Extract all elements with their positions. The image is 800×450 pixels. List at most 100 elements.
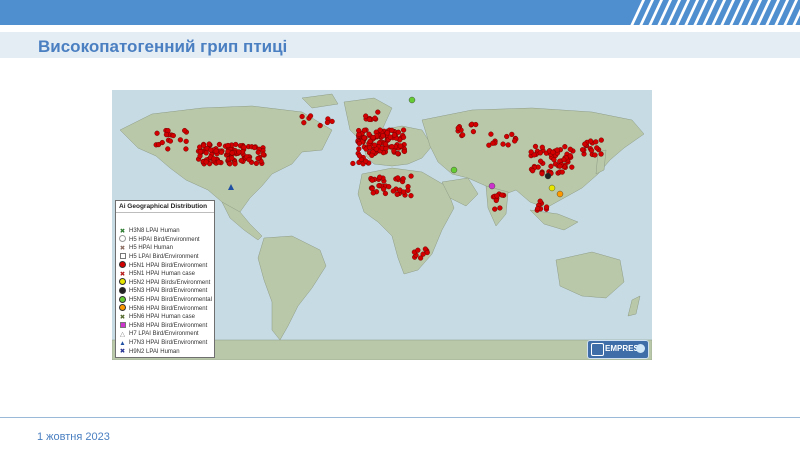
outbreak-marker <box>537 198 543 204</box>
outbreak-marker <box>424 249 430 256</box>
outbreak-marker <box>376 183 382 189</box>
outbreak-marker <box>216 141 223 148</box>
outbreak-marker <box>386 184 392 190</box>
legend-item: H5N5 HPAI Bird/Environmental <box>119 295 212 305</box>
outbreak-marker <box>356 140 363 147</box>
outbreak-marker <box>554 147 560 153</box>
legend-item-label: H5N1 HPAI Bird/Environment <box>129 262 208 269</box>
legend-item: △ H7 LPAI Bird/Environment <box>119 330 211 339</box>
outbreak-marker <box>329 118 335 125</box>
outbreak-marker <box>488 182 496 190</box>
outbreak-marker <box>567 153 573 159</box>
outbreak-marker <box>238 157 244 164</box>
legend-item: ✖ H5N1 HPAI Human case <box>119 270 211 279</box>
legend-items: ✖ H3N8 LPAI Human H5 HPAI Bird/Environment… <box>116 213 214 356</box>
outbreak-marker <box>548 163 554 169</box>
legend-item: H5N1 HPAI Bird/Environment <box>119 261 211 270</box>
legend-title: Ai Geographical Distribution <box>116 201 214 213</box>
outbreak-marker <box>598 151 604 157</box>
outbreak-marker <box>218 149 225 155</box>
outbreak-marker <box>183 146 189 152</box>
outbreak-marker <box>557 163 563 169</box>
outbreak-marker <box>232 161 238 167</box>
outbreak-marker <box>598 137 604 143</box>
outbreak-marker <box>213 148 219 154</box>
outbreak-marker <box>582 141 588 147</box>
legend-item-label: H5 HPAI Human <box>129 245 173 252</box>
outbreak-marker <box>450 166 458 174</box>
legend-circle-outline-icon <box>119 235 126 244</box>
outbreak-marker <box>550 149 556 155</box>
outbreak-marker <box>497 205 503 211</box>
outbreak-marker <box>356 146 362 152</box>
outbreak-marker <box>395 151 401 157</box>
outbreak-marker <box>400 189 407 195</box>
legend-item: H5N6 HPAI Bird/Environment <box>119 304 211 313</box>
legend-triangle-outline-icon: △ <box>120 330 125 338</box>
outbreak-marker <box>551 157 557 163</box>
legend-item-label: H5N6 HPAI Bird/Environment <box>129 305 208 312</box>
outbreak-marker <box>167 138 174 144</box>
legend-cross-icon: ✖ <box>119 348 126 356</box>
outbreak-marker <box>504 133 510 140</box>
outbreak-marker <box>532 143 539 150</box>
outbreak-marker <box>370 190 376 196</box>
legend-square-icon <box>119 321 126 330</box>
legend-item: H5 HPAI Bird/Environment <box>119 235 211 245</box>
legend-cross-icon: ✖ <box>119 270 126 278</box>
outbreak-marker <box>380 133 386 139</box>
outbreak-marker <box>165 146 171 152</box>
outbreak-marker <box>307 113 314 119</box>
outbreak-marker <box>391 132 398 138</box>
outbreak-marker <box>253 160 259 166</box>
outbreak-marker <box>369 152 375 158</box>
outbreak-marker <box>372 115 378 121</box>
outbreak-marker <box>470 129 477 135</box>
outbreak-marker <box>588 147 595 154</box>
outbreak-marker <box>400 127 407 133</box>
outbreak-marker <box>543 204 550 210</box>
map-legend: Ai Geographical Distribution ✖ H3N8 LPAI … <box>115 200 215 358</box>
outbreak-marker <box>562 144 568 150</box>
outbreak-marker <box>229 150 235 156</box>
outbreak-marker <box>500 141 506 147</box>
outbreak-marker <box>177 137 183 143</box>
outbreak-marker <box>366 116 372 123</box>
outbreak-marker <box>225 142 231 149</box>
legend-item: ✖ H5N6 HPAI Human case <box>119 313 211 322</box>
outbreak-marker <box>539 144 545 150</box>
legend-cross-icon: ✖ <box>119 227 126 235</box>
legend-square-outline-icon <box>119 253 126 261</box>
outbreak-marker <box>408 193 414 199</box>
outbreak-marker <box>490 140 496 146</box>
outbreak-marker <box>460 132 466 138</box>
outbreak-marker <box>363 158 369 164</box>
outbreak-marker <box>350 160 356 167</box>
outbreak-marker <box>544 172 552 180</box>
outbreak-marker <box>512 138 518 144</box>
outbreak-marker <box>593 139 599 145</box>
legend-item-label: H5 HPAI Bird/Environment <box>129 236 200 243</box>
outbreak-marker <box>535 205 541 212</box>
legend-item: H5 LPAI Bird/Environment <box>119 253 211 262</box>
legend-item-label: H9N2 LPAI Human <box>129 348 180 355</box>
outbreak-marker <box>211 156 217 162</box>
legend-item-label: H3N8 LPAI Human <box>129 228 180 235</box>
legend-item-label: H5N3 HPAI Bird/Environment <box>129 288 208 295</box>
outbreak-marker <box>201 142 207 148</box>
outbreak-marker <box>494 193 500 199</box>
outbreak-marker <box>383 145 389 152</box>
outbreak-marker <box>154 130 160 136</box>
outbreak-marker <box>229 155 235 161</box>
outbreak-marker <box>299 113 305 120</box>
outbreak-marker <box>400 134 407 140</box>
outbreak-marker <box>375 109 381 115</box>
outbreak-marker <box>556 190 564 198</box>
outbreak-marker <box>324 119 331 126</box>
outbreak-marker <box>592 152 598 158</box>
outbreak-marker <box>236 149 242 155</box>
outbreak-marker <box>492 206 498 212</box>
outbreak-marker <box>260 151 266 157</box>
outbreak-marker <box>394 191 400 197</box>
legend-circle-icon <box>119 304 126 313</box>
